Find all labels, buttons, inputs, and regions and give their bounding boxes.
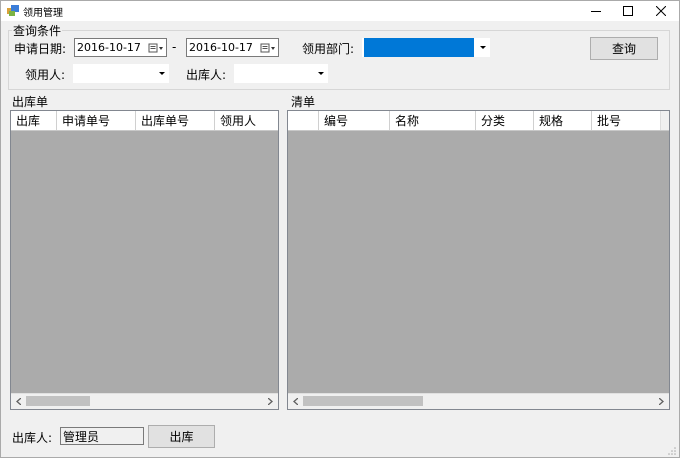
scroll-left-icon[interactable] [11, 394, 26, 408]
detail-scroll-thumb[interactable] [303, 396, 423, 406]
minimize-icon [591, 11, 601, 12]
detail-col-header[interactable]: 规格 [534, 111, 592, 130]
department-label: 领用部门: [302, 42, 355, 56]
outbound-grid-header: 出库 申请单号 出库单号 领用人 [11, 111, 278, 131]
recipient-combo[interactable] [73, 64, 169, 83]
chevron-down-icon[interactable] [476, 45, 490, 50]
issuer-label: 出库人: [186, 68, 227, 82]
close-icon [656, 6, 666, 16]
footer-issuer-label: 出库人: [12, 431, 53, 445]
recipient-label: 领用人: [25, 68, 66, 82]
apply-date-label: 申请日期: [14, 42, 67, 56]
scroll-right-icon[interactable] [263, 394, 278, 408]
issuer-combo-field [234, 64, 314, 83]
chevron-down-icon[interactable] [155, 71, 169, 76]
date-from-value: 2016-10-17 [77, 41, 141, 54]
outbound-hscrollbar[interactable] [11, 393, 278, 409]
maximize-button[interactable] [613, 1, 643, 21]
detail-row-header-col[interactable] [288, 111, 319, 130]
detail-col-header[interactable]: 分类 [476, 111, 534, 130]
detail-hscrollbar[interactable] [288, 393, 669, 409]
maximize-icon [623, 6, 633, 16]
detail-col-header[interactable]: 名称 [390, 111, 476, 130]
detail-col-header[interactable]: 批号 [592, 111, 662, 130]
detail-section-title: 清单 [291, 95, 316, 109]
minimize-button[interactable] [581, 1, 611, 21]
scroll-left-icon[interactable] [288, 394, 303, 408]
department-combo[interactable] [362, 38, 490, 57]
date-to-picker[interactable]: 2016-10-17 [186, 38, 279, 57]
query-group-title: 查询条件 [12, 22, 63, 39]
outbound-button[interactable]: 出库 [148, 425, 215, 448]
range-dash: - [172, 40, 177, 54]
outbound-scroll-thumb[interactable] [26, 396, 90, 406]
date-from-picker[interactable]: 2016-10-17 [74, 38, 167, 57]
window-title: 领用管理 [23, 8, 63, 19]
query-button[interactable]: 查询 [590, 37, 658, 60]
detail-header-scroll-stub [660, 111, 669, 130]
recipient-combo-field [73, 64, 155, 83]
date-to-value: 2016-10-17 [189, 41, 253, 54]
detail-grid-header: 编号 名称 分类 规格 批号 [288, 111, 669, 131]
detail-col-header[interactable]: 编号 [319, 111, 390, 130]
title-bar[interactable] [1, 1, 679, 21]
resize-grip-icon[interactable] [667, 446, 677, 456]
close-button[interactable] [646, 1, 676, 21]
outbound-col-header[interactable]: 申请单号 [57, 111, 136, 130]
department-selected-highlight [364, 38, 474, 57]
department-selection [362, 36, 476, 59]
app-icon [7, 5, 19, 16]
outbound-col-header[interactable]: 领用人 [215, 111, 278, 130]
scroll-right-icon[interactable] [654, 394, 669, 408]
calendar-icon[interactable] [258, 39, 278, 56]
issuer-combo[interactable] [234, 64, 328, 83]
chevron-down-icon[interactable] [314, 71, 328, 76]
outbound-section-title: 出库单 [12, 95, 49, 109]
calendar-icon[interactable] [146, 39, 166, 56]
detail-grid[interactable]: 编号 名称 分类 规格 批号 [287, 110, 670, 410]
outbound-col-header[interactable]: 出库 [11, 111, 57, 130]
footer-issuer-field: 管理员 [60, 427, 144, 445]
outbound-col-header[interactable]: 出库单号 [136, 111, 215, 130]
outbound-grid[interactable]: 出库 申请单号 出库单号 领用人 [10, 110, 279, 410]
